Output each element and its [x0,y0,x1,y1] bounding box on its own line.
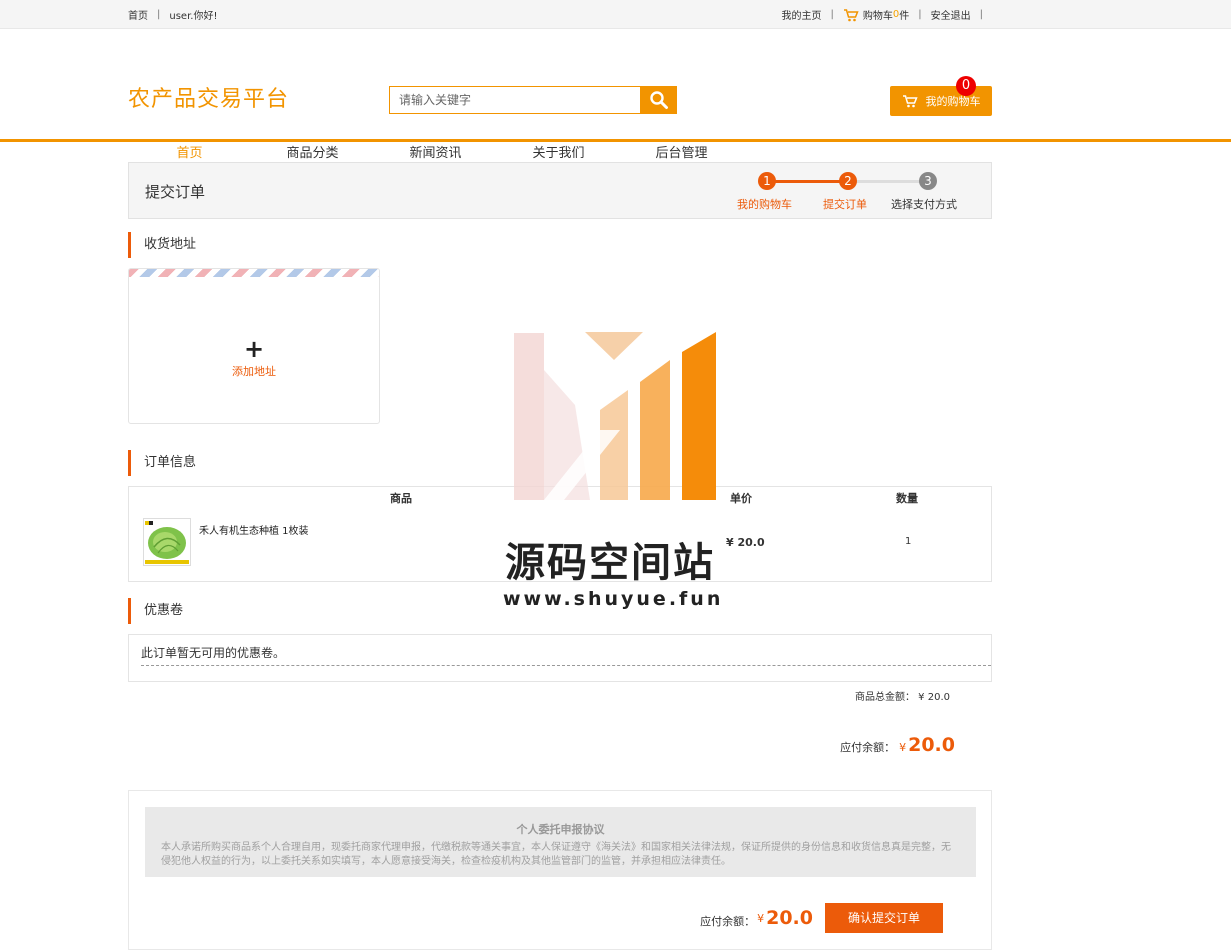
add-address-label: 添加地址 [232,365,276,378]
agreement-panel: 个人委托申报协议 本人承诺所购买商品系个人合理自用，现委托商家代理申报，代缴税款… [128,790,992,950]
separator: | [830,9,834,20]
add-address-card[interactable]: + 添加地址 [128,268,380,424]
nav-item-admin[interactable]: 后台管理 [620,142,743,161]
step-connector [855,180,927,183]
col-header-qty: 数量 [896,492,918,505]
separator: | [918,9,922,20]
coupon-section-title: 优惠卷 [128,598,992,624]
step-number-3: 3 [919,172,937,190]
my-cart-label: 我的购物车 [925,95,981,108]
separator: | [157,9,161,20]
top-bar: 首页 | user.你好! 我的主页 | 购物车 0 件 | 安全退出 | [0,0,1231,29]
page-title: 提交订单 [145,183,206,201]
mini-cart-label: 购物车 [862,11,893,22]
step-label-cart: 我的购物车 [737,198,792,211]
search-bar [389,86,677,114]
search-input[interactable] [389,86,640,114]
goods-total: 商品总金额： ¥ 20.0 [855,692,950,703]
payable-amount: 20.0 [908,734,955,756]
search-icon [649,91,668,109]
col-header-price: 单价 [730,492,752,505]
currency-symbol: ¥ [899,741,907,754]
product-name[interactable]: 禾人有机生态种植 1枚装 [199,522,309,537]
airmail-stripe [129,269,379,277]
nav-item-about[interactable]: 关于我们 [497,142,620,161]
submit-row: 应付余额： ¥ 20.0 确认提交订单 [700,903,943,933]
top-home-link[interactable]: 首页 [128,7,148,22]
coupon-panel: 此订单暂无可用的优惠卷。 [128,634,992,682]
step-connector [775,180,847,183]
submit-payable-amount: 20.0 [766,907,813,929]
nav-item-news[interactable]: 新闻资讯 [374,142,497,161]
mini-cart-link[interactable]: 购物车 0 件 [843,7,909,22]
my-cart-button[interactable]: 我的购物车 0 [890,76,992,116]
product-qty: 1 [905,536,912,547]
cart-count-badge: 0 [956,76,976,96]
progress-steps: 1 2 3 我的购物车 提交订单 选择支付方式 [737,172,973,212]
step-label-submit: 提交订单 [823,198,867,211]
cart-icon [843,8,859,21]
step-number-1: 1 [758,172,776,190]
currency-symbol: ¥ [757,911,765,925]
search-button[interactable] [640,86,677,114]
my-page-link[interactable]: 我的主页 [782,7,822,22]
plus-icon: + [243,335,265,363]
main-nav: 首页 商品分类 新闻资讯 关于我们 后台管理 [128,142,743,161]
address-section-title: 收货地址 [128,232,992,258]
main-content: 提交订单 1 2 3 我的购物车 提交订单 选择支付方式 收货地址 + 添加地址… [128,162,992,788]
order-steps-panel: 提交订单 1 2 3 我的购物车 提交订单 选择支付方式 [128,162,992,219]
payable-label: 应付余额： [840,741,896,754]
col-header-product: 商品 [390,492,412,505]
logout-link[interactable]: 安全退出 [931,7,971,22]
header: 农产品交易平台 我的购物车 0 首页 商品分类 新闻资讯 关于我们 后台管理 [0,29,1231,161]
agreement-title: 个人委托申报协议 [516,823,605,836]
product-thumbnail[interactable] [143,518,191,566]
step-number-2: 2 [839,172,857,190]
payable-total: 应付余额： ¥ 20.0 [840,734,955,756]
site-logo[interactable]: 农产品交易平台 [128,81,289,113]
nav-item-categories[interactable]: 商品分类 [251,142,374,161]
order-table: 商品 单价 数量 禾人有机生态种植 1枚装 ¥ 20.0 1 [128,486,992,582]
step-label-payment: 选择支付方式 [891,198,957,211]
cabbage-image [145,521,189,564]
cart-icon [902,95,918,108]
dashed-divider [141,665,991,666]
submit-payable-label: 应付余额： [700,915,756,928]
separator: | [979,9,983,20]
coupon-empty-text: 此订单暂无可用的优惠卷。 [141,646,286,660]
product-price: ¥ 20.0 [726,536,765,549]
order-totals: 商品总金额： ¥ 20.0 应付余额： ¥ 20.0 [128,682,992,788]
nav-item-home[interactable]: 首页 [128,142,251,161]
confirm-order-button[interactable]: 确认提交订单 [825,903,943,933]
agreement-box: 个人委托申报协议 本人承诺所购买商品系个人合理自用，现委托商家代理申报，代缴税款… [145,807,976,877]
agreement-text: 本人承诺所购买商品系个人合理自用，现委托商家代理申报，代缴税款等通关事宜，本人保… [161,842,951,867]
mini-cart-suffix: 件 [899,11,910,22]
user-greeting: user.你好! [169,11,218,22]
order-section-title: 订单信息 [128,450,992,476]
